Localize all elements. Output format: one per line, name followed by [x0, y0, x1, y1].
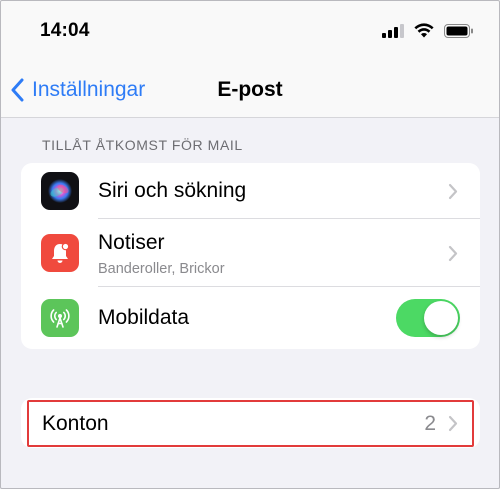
antenna-icon	[41, 299, 79, 337]
status-icons	[382, 23, 474, 38]
mobile-data-toggle[interactable]	[396, 299, 460, 337]
section-header: TILLÅT ÅTKOMST FÖR MAIL	[42, 137, 243, 153]
accounts-row[interactable]: Konton 2	[21, 398, 480, 448]
accounts-count: 2	[424, 412, 436, 435]
accounts-group: Konton 2	[21, 398, 480, 448]
navigation-bar: Inställningar E-post	[0, 62, 500, 118]
notifications-label: Notiser	[98, 231, 165, 254]
mobile-data-label: Mobildata	[98, 306, 190, 329]
chevron-right-icon	[448, 245, 458, 262]
status-time: 14:04	[40, 20, 90, 41]
accounts-label: Konton	[42, 412, 109, 435]
siri-icon	[41, 172, 79, 210]
chevron-right-icon	[448, 415, 458, 432]
status-bar: 14:04	[0, 0, 500, 62]
page-title: E-post	[217, 78, 283, 101]
bell-icon	[41, 234, 79, 272]
toggle-knob	[424, 301, 458, 335]
battery-icon	[444, 23, 473, 38]
notifications-row[interactable]: Notiser Banderoller, Brickor	[21, 219, 480, 287]
siri-search-row[interactable]: Siri och sökning	[21, 163, 480, 219]
cellular-signal-icon	[382, 23, 404, 38]
wifi-icon	[414, 23, 434, 38]
chevron-right-icon	[448, 183, 458, 200]
siri-search-label: Siri och sökning	[98, 179, 247, 202]
mobile-data-row: Mobildata	[21, 287, 480, 349]
notifications-subtitle: Banderoller, Brickor	[98, 261, 225, 277]
mail-access-group: Siri och sökning Notiser Banderoller, Br…	[21, 163, 480, 349]
